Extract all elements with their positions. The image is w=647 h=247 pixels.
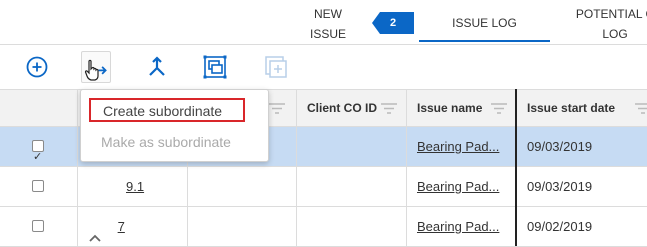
row-checkbox-cell bbox=[0, 207, 78, 247]
tab-potential-label: POTENTIAL C LOG bbox=[575, 7, 647, 41]
row-id-cell: 7 bbox=[78, 207, 188, 247]
add-frame-button-disabled[interactable] bbox=[262, 53, 290, 81]
frozen-column-divider[interactable] bbox=[515, 89, 517, 246]
row-id-link[interactable]: 9.1 bbox=[126, 179, 144, 194]
row-checkbox-cell bbox=[0, 167, 78, 207]
header-client-co-id[interactable]: Client CO ID bbox=[297, 90, 407, 128]
row-issue-name-cell: Bearing Pad... bbox=[407, 207, 517, 247]
filter-icon[interactable] bbox=[635, 103, 647, 114]
make-as-subordinate-menu-item[interactable]: Make as subordinate bbox=[89, 131, 259, 155]
subordinate-menu: Create subordinate Make as subordinate bbox=[80, 89, 269, 162]
add-frame-icon bbox=[265, 56, 287, 78]
row-checkbox[interactable] bbox=[32, 137, 44, 167]
create-subordinate-menu-item[interactable]: Create subordinate bbox=[89, 98, 245, 122]
tab-potential-co-log[interactable]: POTENTIAL C LOG bbox=[555, 0, 647, 42]
row-client-co-id bbox=[297, 207, 407, 247]
tab-new-issue[interactable]: NEW ISSUE bbox=[296, 0, 360, 42]
row-blank-cell bbox=[188, 207, 297, 247]
row-id-cell: 9.1 bbox=[78, 167, 188, 207]
tab-bar: NEW ISSUE 2 ISSUE LOG POTENTIAL C LOG bbox=[0, 0, 647, 45]
filter-icon[interactable] bbox=[381, 103, 397, 114]
filter-icon[interactable] bbox=[269, 103, 285, 114]
hand-cursor-icon bbox=[84, 59, 99, 81]
row-start-date: 09/03/2019 bbox=[527, 179, 593, 194]
tab-issue-log-label: ISSUE LOG bbox=[452, 16, 517, 30]
header-issue-name[interactable]: Issue name bbox=[407, 90, 517, 128]
row-blank-cell bbox=[188, 167, 297, 207]
header-checkbox-col bbox=[0, 90, 78, 128]
row-checkbox[interactable] bbox=[32, 220, 44, 232]
tab-new-issue-label: NEW ISSUE bbox=[309, 7, 346, 41]
chevron-up-icon[interactable] bbox=[88, 221, 102, 242]
header-issue-name-label: Issue name bbox=[417, 101, 483, 115]
filter-icon[interactable] bbox=[491, 103, 507, 114]
row-checkbox[interactable] bbox=[32, 180, 44, 192]
row-issue-name-cell: Bearing Pad... bbox=[407, 167, 517, 207]
row-checkbox-cell bbox=[0, 127, 78, 167]
table-row[interactable]: 7 Bearing Pad... 09/02/2019 bbox=[0, 207, 647, 247]
merge-button[interactable] bbox=[143, 53, 171, 81]
header-client-co-id-label: Client CO ID bbox=[307, 101, 378, 115]
header-issue-start-date[interactable]: Issue start date bbox=[517, 90, 647, 128]
group-frame-icon bbox=[203, 55, 227, 79]
plus-circle-icon bbox=[26, 56, 48, 78]
row-start-date: 09/02/2019 bbox=[527, 219, 593, 234]
issue-name-link[interactable]: Bearing Pad... bbox=[417, 139, 499, 154]
issue-name-link[interactable]: Bearing Pad... bbox=[417, 179, 499, 194]
group-button[interactable] bbox=[201, 53, 229, 81]
step-badge: 2 bbox=[372, 12, 414, 34]
table-row[interactable]: 9.1 Bearing Pad... 09/03/2019 bbox=[0, 167, 647, 207]
merge-icon bbox=[149, 56, 165, 76]
add-issue-button[interactable] bbox=[23, 53, 51, 81]
row-client-co-id bbox=[297, 167, 407, 207]
row-issue-name-cell: Bearing Pad... bbox=[407, 127, 517, 167]
issue-name-link[interactable]: Bearing Pad... bbox=[417, 219, 499, 234]
row-client-co-id bbox=[297, 127, 407, 167]
row-id-link[interactable]: 7 bbox=[118, 219, 125, 234]
header-issue-start-date-label: Issue start date bbox=[527, 101, 616, 115]
tab-issue-log[interactable]: ISSUE LOG bbox=[419, 0, 550, 42]
row-start-date: 09/03/2019 bbox=[527, 139, 593, 154]
